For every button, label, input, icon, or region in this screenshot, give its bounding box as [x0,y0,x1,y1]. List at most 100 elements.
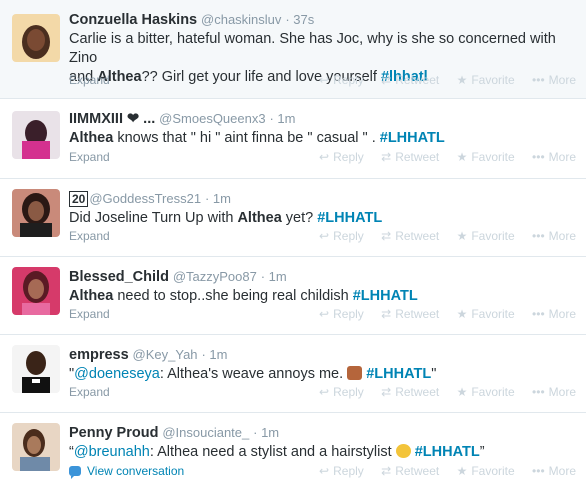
tweet[interactable]: empress @Key_Yah · 1m " @doeneseya: Althe… [0,335,586,413]
avatar[interactable] [12,111,60,159]
tweet-text: “@breunahh: Althea need a stylist and a … [69,443,576,462]
reply-button[interactable]: ↩ Reply [319,150,364,164]
reply-arrow-icon: ↩ [319,229,330,243]
timestamp[interactable]: · 1m [269,111,295,126]
more-button[interactable]: ••• More [532,73,576,87]
more-button[interactable]: ••• More [532,464,576,478]
retweet-button[interactable]: ⇄ Retweet [381,150,439,164]
reply-button[interactable]: ↩ Reply [319,385,364,399]
retweet-button[interactable]: ⇄ Retweet [381,464,439,478]
tweet[interactable]: Conzuella Haskins @chaskinsluv · 37s Car… [0,0,586,99]
tweet-text-line: Carlie is a bitter, hateful woman. She h… [69,31,556,66]
timestamp[interactable]: · 37s [285,12,314,27]
tweet-header: empress @Key_Yah · 1m [69,345,576,364]
fullname[interactable]: Blessed_Child [69,269,169,285]
tweet-text-part: : Althea need a stylist and a hairstylis… [149,444,396,460]
hashtag-link[interactable]: #LHHATL [380,130,445,146]
tweet-actions: ↩ Reply ⇄ Retweet ★ Favorite ••• More [305,73,576,87]
tweet[interactable]: Blessed_Child @TazzyPoo87 · 1m Althea ne… [0,257,586,335]
quote-mark: ” [479,444,485,460]
fullname[interactable]: Penny Proud [69,425,158,441]
highlight-term: Althea [69,130,114,146]
fullname[interactable]: 20 [69,191,89,207]
expand-link[interactable]: Expand [69,150,110,164]
tweet-header: Penny Proud @Insouciante_ · 1m [69,423,576,442]
username[interactable]: @chaskinsluv [201,12,281,27]
star-icon: ★ [456,73,468,87]
timestamp[interactable]: · 1m [201,347,227,362]
reply-button[interactable]: ↩ Reply [319,73,364,87]
retweet-icon: ⇄ [381,464,392,478]
reply-arrow-icon: ↩ [319,307,330,321]
tweet-text-part: knows that " hi " aint finna be " casual… [113,130,380,146]
tweet[interactable]: 20 @GoddessTress21 · 1m Did Joseline Turn… [0,179,586,257]
tweet-footer: View conversation ↩ Reply ⇄ Retweet ★ Favor… [69,464,576,482]
tweet-text: Althea knows that " hi " aint finna be "… [69,129,576,148]
quote-mark: " [431,366,437,382]
tweet-footer: Expand ↩ Reply ⇄ Retweet ★ Favorite ••• More [69,229,576,247]
hashtag-link[interactable]: #LHHATL [317,210,382,226]
tweet[interactable]: Penny Proud @Insouciante_ · 1m “@breunah… [0,413,586,494]
reply-button[interactable]: ↩ Reply [319,229,364,243]
more-button[interactable]: ••• More [532,307,576,321]
retweet-icon: ⇄ [381,307,392,321]
username[interactable]: @SmoesQueenx3 [159,111,265,126]
favorite-button[interactable]: ★ Favorite [457,464,515,478]
avatar[interactable] [12,189,60,237]
more-dots-icon: ••• [532,73,545,87]
fullname[interactable]: empress [69,347,129,363]
username[interactable]: @TazzyPoo87 [173,269,257,284]
retweet-button[interactable]: ⇄ Retweet [381,385,439,399]
tweet-text-part: need to stop..she being real childish [113,288,353,304]
more-button[interactable]: ••• More [532,229,576,243]
username[interactable]: @Key_Yah [133,347,198,362]
retweet-button[interactable]: ⇄ Retweet [381,73,439,87]
favorite-button[interactable]: ★ Favorite [457,73,515,87]
view-conversation-link[interactable]: View conversation [69,464,184,479]
expand-link[interactable]: Expand [69,73,110,87]
more-button[interactable]: ••• More [532,385,576,399]
tweet-actions: ↩ Reply ⇄ Retweet ★ Favorite ••• More [305,307,576,321]
more-button[interactable]: ••• More [532,150,576,164]
star-icon: ★ [456,385,468,399]
favorite-button[interactable]: ★ Favorite [457,150,515,164]
hashtag-link[interactable]: #LHHATL [415,444,480,460]
star-icon: ★ [456,150,468,164]
avatar[interactable] [12,345,60,393]
expand-link[interactable]: Expand [69,229,110,243]
username[interactable]: @GoddessTress21 [89,191,201,206]
username[interactable]: @Insouciante_ [162,425,249,440]
tweet-actions: ↩ Reply ⇄ Retweet ★ Favorite ••• More [305,385,576,399]
tweet-text-part: Did Joseline Turn Up with [69,210,238,226]
mention-link[interactable]: @breunahh [74,444,150,460]
reply-arrow-icon: ↩ [319,150,330,164]
timestamp[interactable]: · 1m [205,191,231,206]
avatar[interactable] [12,423,60,471]
tweet-text: Althea need to stop..she being real chil… [69,287,576,306]
tweet-text: Did Joseline Turn Up with Althea yet? #L… [69,209,576,228]
tweet[interactable]: IIMMXIII ❤ ... @SmoesQueenx3 · 1m Althea… [0,99,586,179]
hashtag-link[interactable]: #LHHATL [366,366,431,382]
favorite-button[interactable]: ★ Favorite [457,229,515,243]
avatar[interactable] [12,14,60,62]
retweet-button[interactable]: ⇄ Retweet [381,307,439,321]
star-icon: ★ [456,464,468,478]
timestamp[interactable]: · 1m [261,269,287,284]
tweet-actions: ↩ Reply ⇄ Retweet ★ Favorite ••• More [305,464,576,478]
highlight-term: Althea [237,210,282,226]
fullname[interactable]: Conzuella Haskins [69,12,197,28]
reply-button[interactable]: ↩ Reply [319,464,364,478]
favorite-button[interactable]: ★ Favorite [457,307,515,321]
timestamp[interactable]: · 1m [253,425,279,440]
hashtag-link[interactable]: #LHHATL [353,288,418,304]
retweet-icon: ⇄ [381,229,392,243]
reply-button[interactable]: ↩ Reply [319,307,364,321]
fullname[interactable]: IIMMXIII ❤ ... [69,111,155,127]
avatar[interactable] [12,267,60,315]
reply-arrow-icon: ↩ [319,73,330,87]
expand-link[interactable]: Expand [69,385,110,399]
mention-link[interactable]: @doeneseya [74,366,160,382]
retweet-button[interactable]: ⇄ Retweet [381,229,439,243]
favorite-button[interactable]: ★ Favorite [457,385,515,399]
expand-link[interactable]: Expand [69,307,110,321]
